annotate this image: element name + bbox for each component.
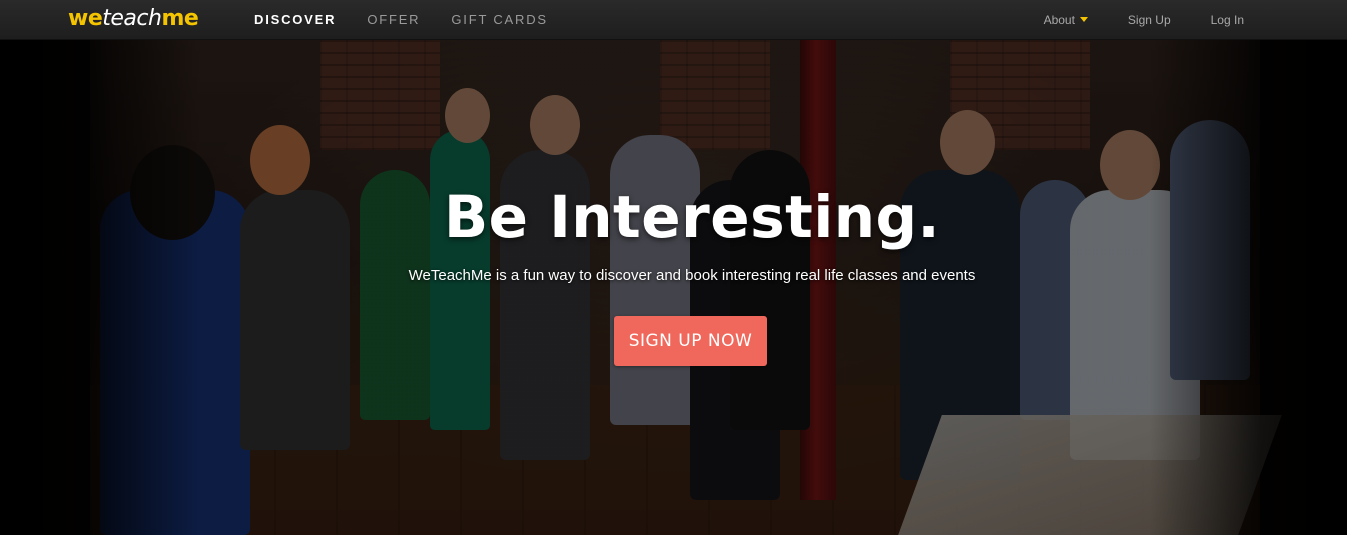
login-link[interactable]: Log In: [1211, 13, 1244, 27]
edge-vignette: [0, 40, 1347, 535]
top-navigation-bar: weteachme DISCOVER OFFER GIFT CARDS Abou…: [0, 0, 1347, 40]
signup-link[interactable]: Sign Up: [1128, 13, 1171, 27]
main-nav: DISCOVER OFFER GIFT CARDS: [254, 0, 548, 39]
nav-gift-cards[interactable]: GIFT CARDS: [451, 12, 548, 27]
nav-discover[interactable]: DISCOVER: [254, 12, 336, 27]
logo-teach: teach: [102, 6, 162, 31]
logo-me: me: [161, 6, 199, 31]
weteachme-logo[interactable]: weteachme: [68, 5, 199, 33]
nav-offer[interactable]: OFFER: [367, 12, 420, 27]
about-label: About: [1043, 12, 1075, 27]
about-menu[interactable]: About: [1044, 13, 1088, 27]
hero-subheadline: WeTeachMe is a fun way to discover and b…: [408, 267, 976, 284]
sign-up-now-button[interactable]: SIGN UP NOW: [614, 316, 767, 366]
logo-we: we: [68, 6, 103, 31]
caret-down-icon: [1079, 17, 1088, 22]
account-nav: About Sign Up Log In: [1044, 0, 1244, 39]
hero-headline: Be Interesting.: [443, 183, 941, 251]
hero-section: Be Interesting. WeTeachMe is a fun way t…: [0, 40, 1347, 535]
